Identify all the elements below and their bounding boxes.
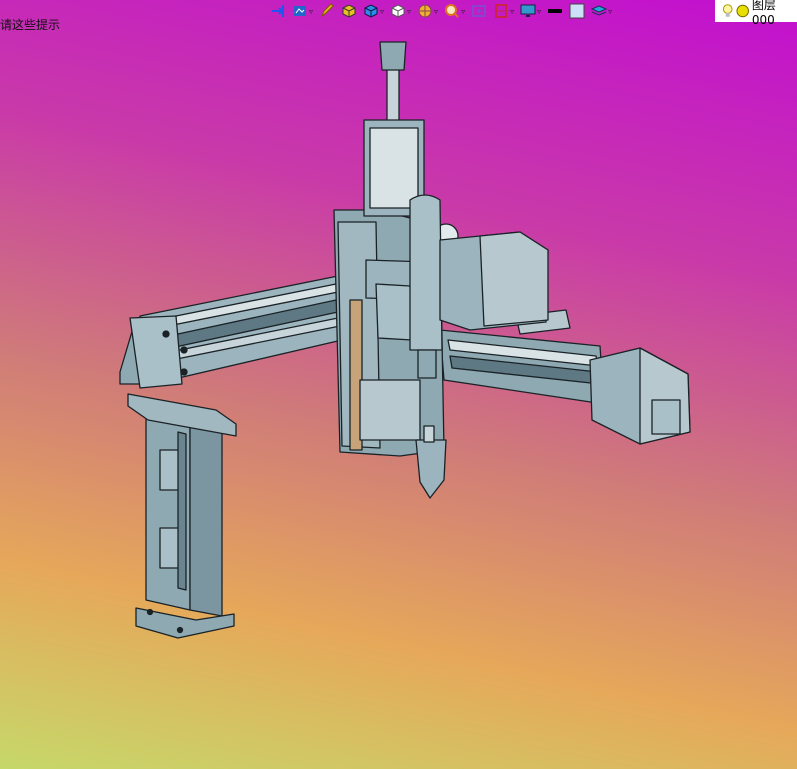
y-axis-beam xyxy=(439,309,691,445)
support-leg xyxy=(127,393,237,639)
top-cylinder xyxy=(363,41,425,217)
cad-viewport[interactable]: 请这些提示 ▿ ▿ ▿ ▿ ▿ ▿ ▿ ▿ 图层000 xyxy=(0,0,797,769)
gantry-robot-model[interactable] xyxy=(0,0,797,769)
x-axis-beam xyxy=(119,275,343,389)
